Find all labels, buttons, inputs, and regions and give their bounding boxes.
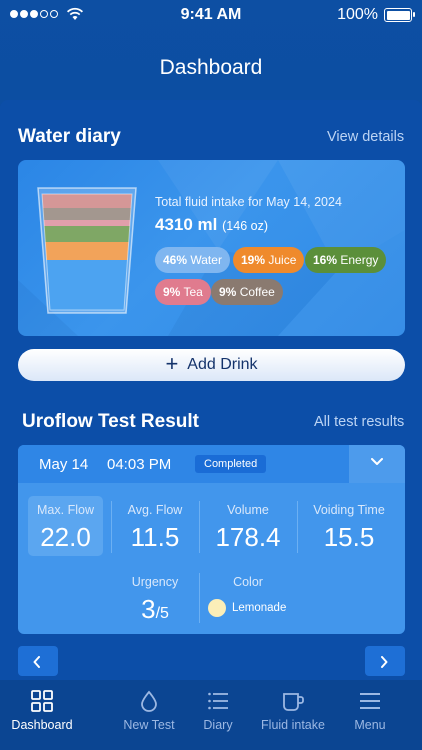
intake-label: Total fluid intake for May 14, 2024 (155, 195, 342, 209)
tab-bar: Dashboard New Test Diary Fluid intake Me… (0, 680, 422, 750)
grid-icon (31, 690, 53, 712)
divider (297, 501, 298, 553)
previous-button[interactable] (18, 646, 58, 676)
pill-energy: 16% Energy (305, 247, 387, 273)
status-bar: 9:41 AM 100% (0, 0, 422, 32)
battery-percentage: 100% (337, 6, 378, 23)
cup-icon (283, 693, 304, 711)
uroflow-title: Uroflow Test Result (22, 411, 199, 432)
divider (199, 501, 200, 553)
tab-label: Diary (203, 718, 233, 732)
metric-urgency: Urgency 3/5 (131, 575, 179, 624)
intake-ml: 4310 ml (155, 215, 218, 234)
tab-diary[interactable]: Diary (176, 680, 260, 750)
chevron-left-icon (33, 656, 40, 668)
divider (111, 501, 112, 553)
pill-juice: 19% Juice (233, 247, 305, 273)
next-button[interactable] (365, 646, 405, 676)
test-date: May 14 (39, 456, 89, 473)
add-drink-label: Add Drink (187, 356, 258, 373)
view-details-link[interactable]: View details (327, 129, 404, 145)
tab-label: Menu (354, 718, 386, 732)
tab-label: Fluid intake (261, 718, 325, 732)
uroflow-result-card[interactable]: May 14 04:03 PM Completed Max. Flow 22.0… (18, 445, 405, 634)
pill-tea: 9% Tea (155, 279, 211, 305)
metric-volume: Volume 178.4 (215, 503, 281, 552)
water-diary-card[interactable]: Total fluid intake for May 14, 2024 4310… (18, 160, 405, 336)
add-drink-button[interactable]: + Add Drink (18, 349, 405, 381)
divider (199, 573, 200, 623)
metric-color: Color (233, 575, 263, 589)
metric-max-flow: Max. Flow 22.0 (37, 503, 94, 552)
expand-button[interactable] (349, 445, 405, 483)
status-badge: Completed (195, 455, 267, 473)
tab-menu[interactable]: Menu (328, 680, 412, 750)
chevron-right-icon (381, 656, 388, 668)
drop-icon (141, 690, 157, 712)
menu-icon (360, 693, 380, 709)
intake-oz: (146 oz) (222, 219, 268, 233)
color-name: Lemonade (232, 602, 287, 614)
test-time: 04:03 PM (107, 456, 172, 473)
tab-label: Dashboard (11, 718, 73, 732)
battery-icon (384, 8, 415, 22)
all-test-results-link[interactable]: All test results (314, 414, 404, 430)
metric-voiding-time: Voiding Time 15.5 (313, 503, 385, 552)
tab-dashboard[interactable]: Dashboard (0, 680, 84, 750)
page-title: Dashboard (159, 56, 263, 79)
drink-glass-illustration (37, 187, 137, 314)
plus-icon: + (165, 351, 179, 376)
water-diary-title: Water diary (18, 126, 121, 147)
intake-value: 4310 ml (146 oz) (155, 215, 268, 235)
pill-coffee: 9% Coffee (211, 279, 283, 305)
color-swatch (208, 599, 226, 617)
tab-fluid-intake[interactable]: Fluid intake (251, 680, 335, 750)
chevron-down-icon (371, 458, 383, 465)
metric-avg-flow: Avg. Flow 11.5 (127, 503, 183, 552)
list-icon (208, 692, 228, 710)
pill-water: 46% Water (155, 247, 230, 273)
